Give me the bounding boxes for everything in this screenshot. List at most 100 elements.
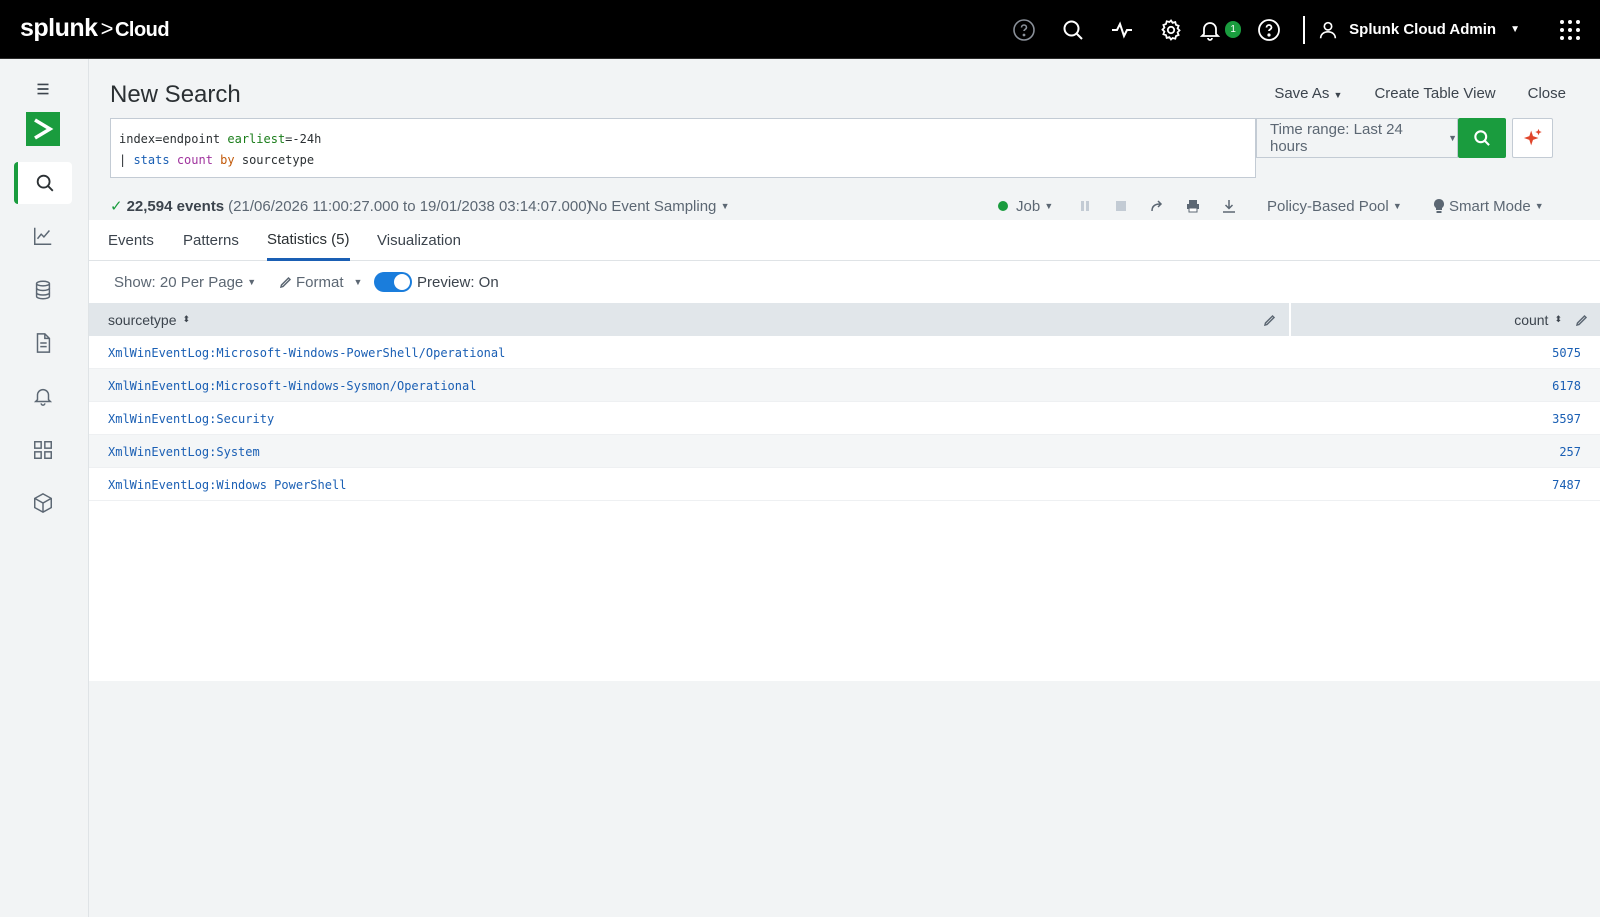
sidebar-item-apps[interactable]	[14, 482, 72, 524]
query-token: stats	[133, 153, 170, 167]
query-token: |	[119, 153, 134, 167]
stop-icon[interactable]	[1103, 200, 1139, 212]
sidebar-item-datasets[interactable]	[14, 269, 72, 311]
close-button[interactable]: Close	[1528, 85, 1566, 102]
time-range-label: Time range: Last 24 hours	[1270, 121, 1403, 155]
table-row: XmlWinEventLog:Microsoft-Windows-Sysmon/…	[89, 369, 1600, 402]
event-sampling-dropdown[interactable]: No Event Sampling ▼	[588, 191, 730, 221]
per-page-dropdown[interactable]: Show: 20 Per Page ▼	[114, 274, 256, 291]
pencil-icon	[280, 276, 292, 288]
preview-toggle[interactable]: Preview: On	[374, 272, 499, 292]
main-content: New Search Save As ▼ Create Table View C…	[89, 59, 1600, 917]
query-token: earliest	[227, 132, 286, 146]
share-icon[interactable]	[1139, 199, 1175, 213]
caret-down-icon: ▼	[353, 277, 363, 287]
user-icon	[1319, 21, 1337, 38]
print-icon[interactable]	[1175, 199, 1211, 213]
search-icon	[1474, 130, 1490, 146]
column-header-count[interactable]: count ⬍	[1514, 303, 1562, 336]
table-row: XmlWinEventLog:System 257	[89, 435, 1600, 468]
bell-icon	[1199, 21, 1221, 41]
query-token: count	[176, 153, 213, 167]
time-range-picker[interactable]: Time range: Last 24 hours ▼	[1256, 118, 1458, 158]
job-controls: Job ▼	[998, 191, 1247, 221]
statistics-panel: Show: 20 Per Page ▼ Format ▼ Preview: On…	[89, 261, 1600, 681]
tab-statistics[interactable]: Statistics (5)	[267, 220, 350, 261]
splunk-cloud-logo[interactable]: splunk > Cloud	[20, 14, 170, 43]
sourcetype-cell[interactable]: XmlWinEventLog:Microsoft-Windows-PowerSh…	[108, 336, 505, 369]
ai-assistant-button[interactable]	[1512, 118, 1553, 158]
help-circle-icon[interactable]	[999, 0, 1048, 59]
table-row: XmlWinEventLog:Security 3597	[89, 402, 1600, 435]
job-label: Job	[1016, 197, 1041, 215]
sidebar-item-reports[interactable]	[14, 322, 72, 364]
search-icon	[36, 174, 54, 192]
column-header-sourcetype[interactable]: sourcetype ⬍	[108, 303, 190, 336]
sourcetype-cell[interactable]: XmlWinEventLog:Microsoft-Windows-Sysmon/…	[108, 369, 476, 402]
activity-icon[interactable]	[1097, 0, 1146, 59]
menu-icon[interactable]	[14, 68, 72, 110]
database-icon	[35, 280, 51, 300]
event-time-range: (21/06/2026 11:00:27.000 to 19/01/2038 0…	[228, 197, 592, 215]
policy-pool-label: Policy-Based Pool	[1267, 197, 1389, 215]
sourcetype-cell[interactable]: XmlWinEventLog:Windows PowerShell	[108, 468, 346, 501]
toggle-switch[interactable]	[374, 272, 412, 292]
search-mode-dropdown[interactable]: Smart Mode ▼	[1433, 191, 1544, 221]
query-token: index=endpoint	[119, 132, 228, 146]
column-label: sourcetype	[108, 311, 177, 328]
search-app-logo[interactable]	[26, 112, 60, 146]
results-tabs: Events Patterns Statistics (5) Visualiza…	[89, 220, 1600, 261]
run-search-button[interactable]	[1458, 118, 1506, 158]
policy-pool-dropdown[interactable]: Policy-Based Pool ▼	[1267, 191, 1402, 221]
tab-events[interactable]: Events	[108, 220, 154, 261]
search-query-input[interactable]: index=endpoint earliest=-24h | stats cou…	[110, 118, 1256, 178]
create-table-view-button[interactable]: Create Table View	[1374, 85, 1495, 102]
tab-patterns[interactable]: Patterns	[183, 220, 239, 261]
document-icon	[36, 333, 51, 353]
query-line-2: | stats count by sourcetype	[119, 150, 1247, 171]
sourcetype-cell[interactable]: XmlWinEventLog:System	[108, 435, 260, 468]
page-title: New Search	[110, 81, 241, 108]
edit-column-icon[interactable]	[1576, 303, 1588, 336]
title-actions: Save As ▼ Create Table View Close	[1274, 85, 1566, 102]
sort-icon: ⬍	[182, 314, 191, 324]
table-header: sourcetype ⬍ count ⬍	[89, 303, 1600, 336]
sidebar-item-alerts[interactable]	[14, 375, 72, 417]
format-dropdown[interactable]: Format ▼	[280, 274, 362, 291]
query-token: by	[220, 153, 235, 167]
download-icon[interactable]	[1211, 199, 1247, 213]
search-icon[interactable]	[1048, 0, 1097, 59]
count-cell[interactable]: 257	[1559, 435, 1581, 468]
count-cell[interactable]: 3597	[1552, 402, 1581, 435]
brand-separator: >	[100, 16, 114, 41]
edit-column-icon[interactable]	[1264, 303, 1276, 336]
dashboard-grid-icon	[34, 441, 52, 459]
caret-down-icon: ▼	[1044, 201, 1054, 211]
caret-down-icon: ▼	[247, 277, 257, 287]
count-cell[interactable]: 5075	[1552, 336, 1581, 369]
save-as-label: Save As	[1274, 85, 1330, 102]
sidebar-item-analytics[interactable]	[14, 215, 72, 257]
gear-icon[interactable]	[1146, 0, 1195, 59]
save-as-button[interactable]: Save As ▼	[1274, 85, 1342, 102]
caret-down-icon: ▼	[1448, 133, 1457, 143]
pause-icon[interactable]	[1067, 200, 1103, 212]
user-menu[interactable]: Splunk Cloud Admin ▼	[1317, 0, 1540, 59]
check-icon: ✓	[110, 198, 123, 215]
notifications-button[interactable]: 1	[1195, 0, 1244, 59]
job-menu[interactable]: Job ▼	[998, 198, 1053, 215]
sidebar-item-dashboards[interactable]	[14, 429, 72, 471]
query-line-1: index=endpoint earliest=-24h	[119, 129, 1247, 150]
column-label: count	[1514, 311, 1549, 328]
tab-visualization[interactable]: Visualization	[377, 220, 461, 261]
event-sampling-label: No Event Sampling	[588, 197, 717, 215]
table-row: XmlWinEventLog:Microsoft-Windows-PowerSh…	[89, 336, 1600, 369]
apps-grid-icon[interactable]	[1540, 0, 1600, 59]
help-icon[interactable]	[1244, 0, 1293, 59]
count-cell[interactable]: 6178	[1552, 369, 1581, 402]
event-count: 22,594 events	[126, 197, 225, 215]
count-cell[interactable]: 7487	[1552, 468, 1581, 501]
sourcetype-cell[interactable]: XmlWinEventLog:Security	[108, 402, 274, 435]
sidebar-item-search[interactable]	[14, 162, 72, 204]
sort-icon: ⬍	[1554, 314, 1562, 324]
